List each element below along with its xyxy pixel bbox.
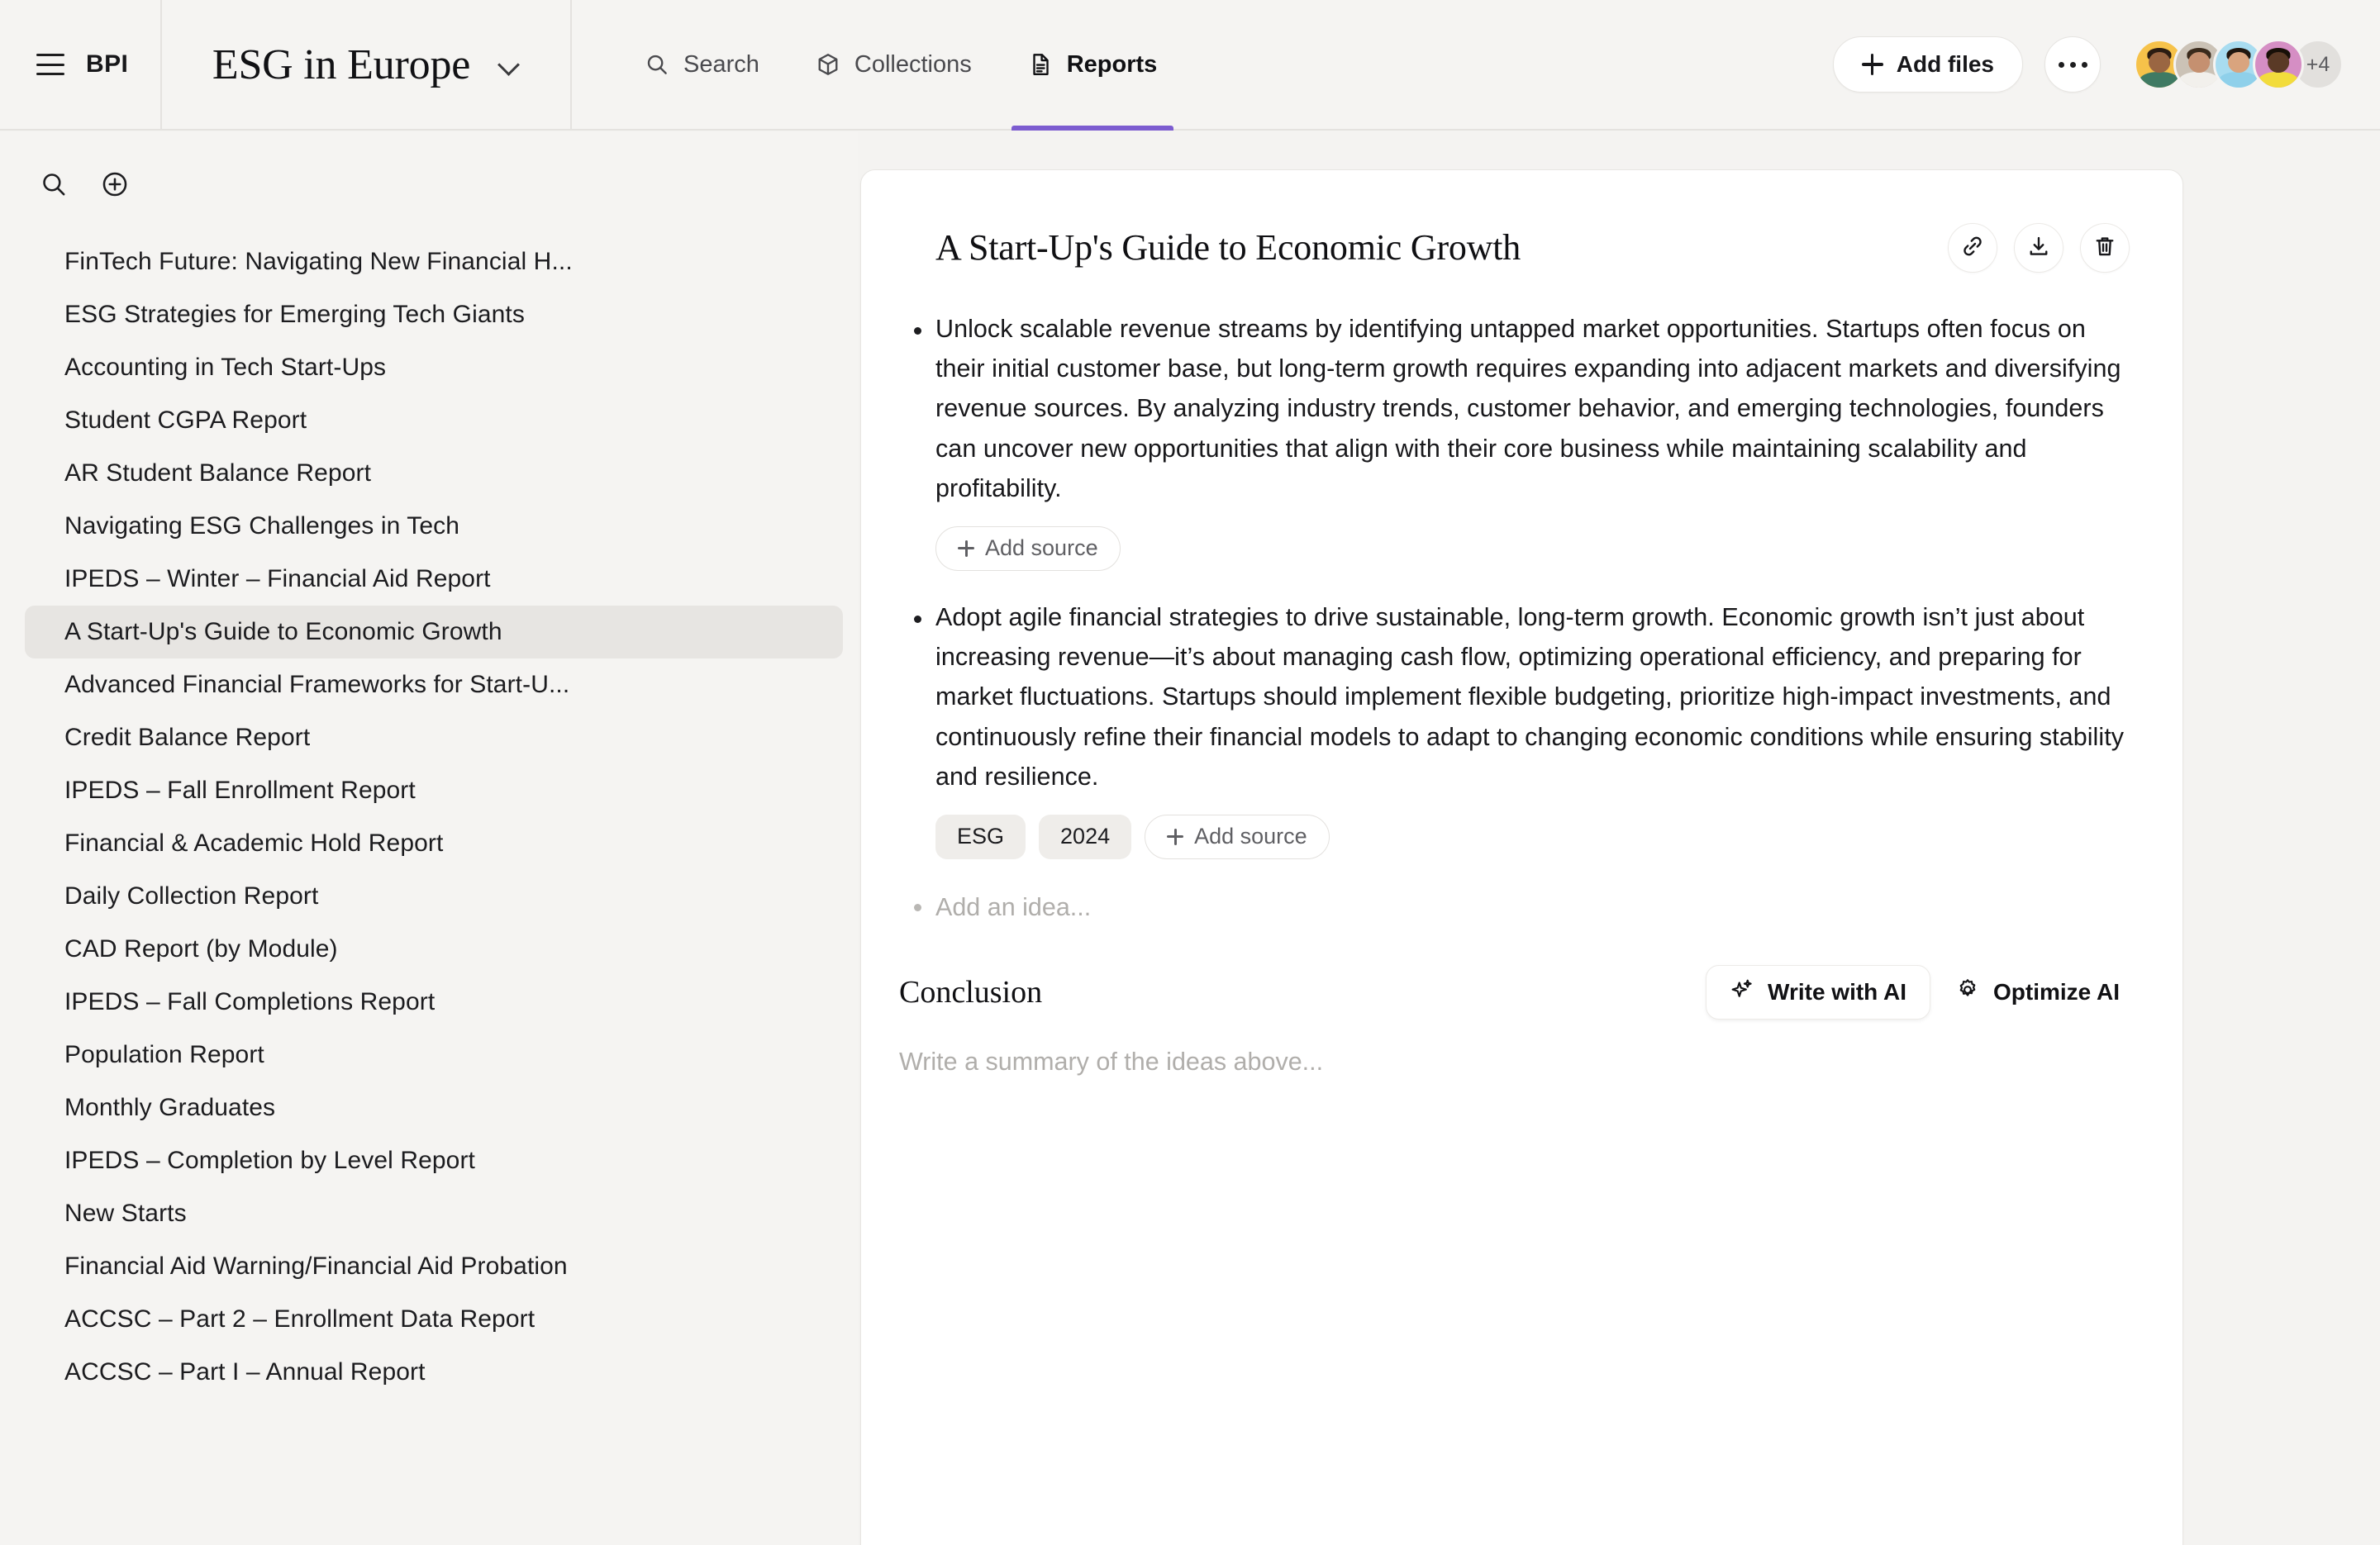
tab-reports[interactable]: Reports [1000,0,1186,131]
sidebar-item[interactable]: IPEDS – Winter – Financial Aid Report [25,553,843,606]
brand-label: BPI [86,50,129,78]
sidebar-item[interactable]: Financial Aid Warning/Financial Aid Prob… [25,1240,843,1293]
sidebar-item[interactable]: ACCSC – Part 2 – Enrollment Data Report [25,1293,843,1346]
add-files-button[interactable]: Add files [1832,36,2023,93]
idea-item: Adopt agile financial strategies to driv… [899,597,2130,881]
conclusion-heading: Conclusion [899,975,1043,1010]
gear-icon [1955,977,1980,1008]
tab-collections-label: Collections [854,50,972,78]
conclusion-header: Conclusion Write with AI Optimize AI [899,965,2130,1020]
sidebar-item[interactable]: ACCSC – Part I – Annual Report [25,1346,843,1399]
bullet-icon [899,886,935,927]
idea-chips: ESG 2024 Add source [935,814,2130,859]
sidebar-item[interactable]: Monthly Graduates [25,1082,843,1134]
sidebar-item[interactable]: Accounting in Tech Start-Ups [25,341,843,394]
sidebar-item[interactable]: Population Report [25,1029,843,1082]
chevron-down-icon[interactable] [498,54,520,75]
top-bar: BPI ESG in Europe Search Collections Rep… [0,0,2380,131]
sidebar-item[interactable]: FinTech Future: Navigating New Financial… [25,235,843,288]
idea-item: Unlock scalable revenue streams by ident… [899,309,2130,592]
main-nav: Search Collections Reports [572,0,1186,131]
add-files-label: Add files [1896,51,1994,77]
project-title-section[interactable]: ESG in Europe [162,0,572,129]
report-title: A Start-Up's Guide to Economic Growth [935,227,1521,268]
sidebar-item[interactable]: IPEDS – Fall Completions Report [25,976,843,1029]
new-idea-placeholder[interactable]: Add an idea... [935,886,2130,927]
sidebar-item[interactable]: Daily Collection Report [25,870,843,923]
document-icon [1028,52,1053,77]
sidebar-item[interactable]: AR Student Balance Report [25,447,843,500]
idea-text[interactable]: Adopt agile financial strategies to driv… [935,597,2130,796]
add-source-label: Add source [985,535,1098,561]
ellipsis-icon-dot [2069,61,2076,68]
sidebar-item[interactable]: Advanced Financial Frameworks for Start-… [25,658,843,711]
sidebar-search-icon[interactable] [40,170,68,202]
sidebar-item[interactable]: Navigating ESG Challenges in Tech [25,500,843,553]
write-with-ai-label: Write with AI [1768,979,1907,1005]
idea-text[interactable]: Unlock scalable revenue streams by ident… [935,309,2130,508]
app-root: BPI ESG in Europe Search Collections Rep… [0,0,2380,1545]
sparkle-icon [1730,977,1754,1008]
project-title: ESG in Europe [212,40,471,88]
ideas-list: Unlock scalable revenue streams by ident… [899,309,2130,881]
add-source-label: Add source [1194,824,1307,849]
tag-chip[interactable]: 2024 [1039,814,1132,859]
plus-icon [1861,54,1883,75]
write-with-ai-button[interactable]: Write with AI [1706,965,1931,1020]
report-card: A Start-Up's Guide to Economic Growth Un… [860,169,2183,1545]
plus-icon [1167,828,1184,845]
cube-icon [816,52,840,77]
sidebar-item[interactable]: A Start-Up's Guide to Economic Growth [25,606,843,658]
search-icon [645,52,669,77]
optimize-ai-button[interactable]: Optimize AI [1945,965,2130,1020]
ellipsis-icon-dot [2081,61,2087,68]
idea-body: Adopt agile financial strategies to driv… [935,597,2130,881]
download-icon [2026,234,2051,263]
sidebar-item[interactable]: IPEDS – Completion by Level Report [25,1134,843,1187]
sidebar-add-icon[interactable] [101,170,129,202]
report-header: A Start-Up's Guide to Economic Growth [899,221,2130,273]
copy-link-button[interactable] [1948,223,1997,273]
add-source-button[interactable]: Add source [1145,814,1330,859]
bullet-icon [899,597,935,881]
new-idea-body: Add an idea... [935,886,2130,927]
more-options-button[interactable] [2044,36,2101,93]
brand-section: BPI [0,0,162,129]
tab-reports-label: Reports [1066,50,1158,78]
trash-icon [2092,234,2117,263]
tag-chip[interactable]: ESG [935,814,1026,859]
sidebar-item[interactable]: Student CGPA Report [25,394,843,447]
sidebar-item[interactable]: Credit Balance Report [25,711,843,764]
member-avatars: +4 [2134,39,2344,90]
ellipsis-icon-dot [2058,61,2064,68]
sidebar: FinTech Future: Navigating New Financial… [0,132,858,1545]
top-bar-right: Add files +4 [1832,0,2380,129]
hamburger-menu-icon[interactable] [36,54,64,75]
sidebar-toolbar [0,170,858,202]
report-list: FinTech Future: Navigating New Financial… [0,235,858,1399]
sidebar-item[interactable]: IPEDS – Fall Enrollment Report [25,764,843,817]
sidebar-item[interactable]: Financial & Academic Hold Report [25,817,843,870]
sidebar-item[interactable]: New Starts [25,1187,843,1240]
delete-button[interactable] [2080,223,2130,273]
new-idea-row[interactable]: Add an idea... [899,886,2130,927]
link-icon [1960,234,1985,263]
avatar[interactable] [2253,39,2304,90]
sidebar-item[interactable]: ESG Strategies for Emerging Tech Giants [25,288,843,341]
tab-search[interactable]: Search [616,0,788,129]
idea-body: Unlock scalable revenue streams by ident… [935,309,2130,592]
report-actions [1948,221,2130,273]
add-source-button[interactable]: Add source [935,525,1121,571]
conclusion-placeholder[interactable]: Write a summary of the ideas above... [899,1048,2130,1077]
plus-icon [958,540,974,557]
idea-chips: Add source [935,525,2130,571]
ai-actions: Write with AI Optimize AI [1706,965,2130,1020]
optimize-ai-label: Optimize AI [1993,979,2120,1005]
download-button[interactable] [2014,223,2063,273]
bullet-icon [899,309,935,592]
sidebar-item[interactable]: CAD Report (by Module) [25,923,843,976]
tab-collections[interactable]: Collections [788,0,1000,129]
tab-search-label: Search [683,50,759,78]
